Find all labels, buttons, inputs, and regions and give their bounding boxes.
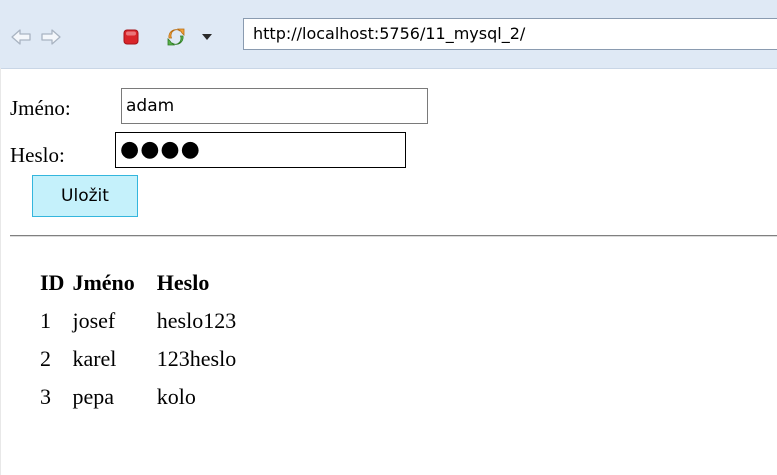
cell-password: 123heslo — [156, 346, 237, 371]
table-header-row: ID Jméno Heslo — [38, 266, 238, 300]
column-header-id: ID — [40, 270, 65, 295]
refresh-button[interactable] — [165, 26, 187, 48]
forward-button[interactable] — [40, 26, 62, 48]
table-row: 3 pepa kolo — [38, 380, 238, 414]
browser-toolbar: http://localhost:5756/11_mysql_2/ — [0, 0, 777, 69]
save-button[interactable]: Uložit — [32, 175, 138, 217]
cell-id: 2 — [40, 346, 51, 371]
page-left-border — [0, 68, 1, 475]
password-label: Heslo: — [10, 143, 65, 167]
refresh-icon — [167, 28, 185, 46]
back-arrow-icon — [11, 29, 31, 45]
back-button[interactable] — [10, 26, 32, 48]
forward-arrow-icon — [41, 29, 61, 45]
stop-icon — [123, 29, 139, 45]
chevron-down-icon — [202, 34, 212, 40]
cell-id: 3 — [40, 384, 51, 409]
stop-button[interactable] — [120, 26, 142, 48]
column-header-name: Jméno — [72, 270, 135, 295]
column-header-password: Heslo — [156, 270, 210, 295]
divider — [10, 235, 777, 237]
refresh-dropdown-button[interactable] — [199, 26, 215, 48]
cell-name: josef — [72, 308, 116, 333]
cell-name: karel — [72, 346, 117, 371]
cell-password: heslo123 — [156, 308, 237, 333]
password-input[interactable]: ●●●● — [115, 132, 406, 168]
users-table: ID Jméno Heslo 1 josef heslo123 2 karel … — [34, 262, 242, 418]
cell-id: 1 — [40, 308, 51, 333]
name-label: Jméno: — [10, 96, 71, 120]
table-row: 2 karel 123heslo — [38, 342, 238, 376]
name-input[interactable]: adam — [121, 88, 428, 124]
address-bar[interactable]: http://localhost:5756/11_mysql_2/ — [243, 18, 777, 50]
table-row: 1 josef heslo123 — [38, 304, 238, 338]
password-masked-value: ●●●● — [120, 137, 201, 162]
cell-password: kolo — [156, 384, 196, 409]
cell-name: pepa — [72, 384, 114, 409]
